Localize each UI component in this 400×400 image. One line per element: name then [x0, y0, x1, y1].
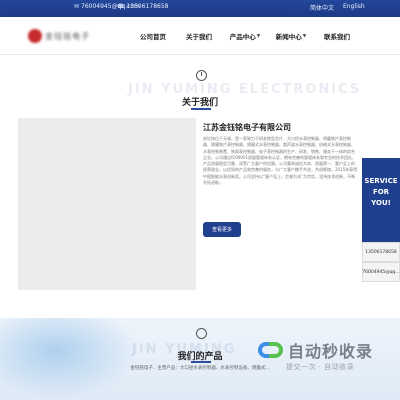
- nav-products-label: 产品中心: [229, 33, 256, 41]
- about-description: 苏钰铭位于无锡，是一家致力于研发铁型芯片、大口径水表控制器、明露铁片表控制器、隔…: [203, 136, 358, 186]
- site-header: 金钰铭电子 公司首页 关于我们 产品中心 ▼ 新闻中心 ▼ 联系我们: [0, 17, 400, 55]
- brand-logo-icon: [258, 340, 284, 360]
- lang-cn-link[interactable]: 简体中文: [310, 3, 334, 12]
- nav-about-label: 关于我们: [186, 33, 212, 41]
- lang-en-link[interactable]: English: [343, 3, 365, 10]
- company-name: 江苏金钰铭电子有限公司: [203, 123, 291, 132]
- side-qq[interactable]: 76004945@qq...: [362, 262, 400, 282]
- clock-icon: [196, 70, 207, 81]
- nav-home-label: 公司首页: [140, 33, 166, 41]
- chevron-down-icon: ▼: [256, 33, 261, 39]
- top-phone-text: 13506178658: [126, 3, 169, 10]
- mail-icon: ✉: [74, 3, 80, 10]
- title-underline: [191, 361, 211, 363]
- about-title: 关于我们: [181, 98, 218, 108]
- view-more-button[interactable]: 查看更多: [203, 222, 241, 237]
- main-nav: 公司首页 关于我们 产品中心 ▼ 新闻中心 ▼ 联系我们: [130, 17, 360, 55]
- service-float[interactable]: SERVICE FOR YOU!: [362, 158, 400, 242]
- top-phone[interactable]: ☎ 13506178658: [117, 3, 168, 10]
- nav-about[interactable]: 关于我们: [176, 17, 222, 55]
- nav-home[interactable]: 公司首页: [130, 17, 176, 55]
- clock-icon: [196, 328, 207, 339]
- service-line2: FOR YOU!: [371, 188, 391, 207]
- brand-watermark: 自动秒收录: [258, 338, 373, 362]
- site-logo[interactable]: 金钰铭电子: [28, 26, 122, 46]
- brand-name: 自动秒收录: [288, 342, 374, 361]
- brand-tagline: 提交一次 · 自动收录: [286, 363, 355, 371]
- top-bar: ✉ 76004945@qq.com ☎ 13506178658 简体中文 Eng…: [0, 0, 400, 20]
- nav-news[interactable]: 新闻中心 ▼: [268, 17, 314, 55]
- nav-products[interactable]: 产品中心 ▼: [222, 17, 268, 55]
- logo-text: 金钰铭电子: [45, 31, 90, 41]
- about-image: [18, 118, 196, 290]
- side-phone[interactable]: 13506178658: [362, 242, 400, 262]
- nav-contact-label: 联系我们: [324, 33, 350, 41]
- logo-mark-icon: [28, 29, 42, 43]
- chevron-down-icon: ▼: [302, 33, 307, 39]
- phone-icon: ☎: [117, 3, 125, 10]
- service-line1: SERVICE: [364, 177, 398, 185]
- title-underline: [191, 108, 211, 110]
- nav-news-label: 新闻中心: [275, 33, 302, 41]
- nav-contact[interactable]: 联系我们: [314, 17, 360, 55]
